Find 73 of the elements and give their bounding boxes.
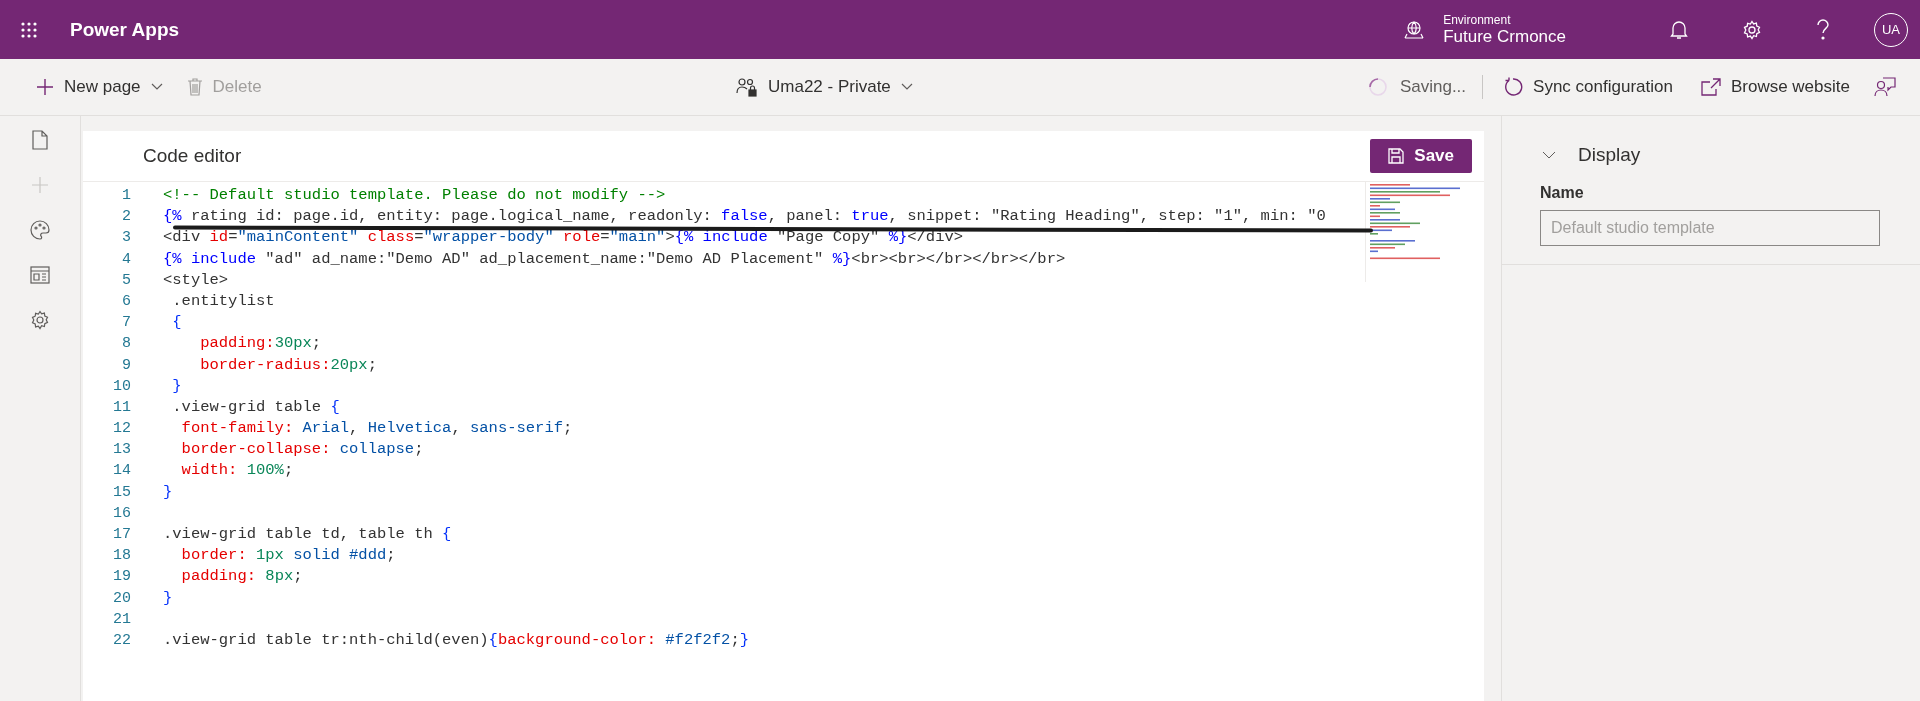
code-line: <style> — [163, 269, 229, 291]
line-number: 15 — [112, 482, 131, 503]
people-lock-icon — [736, 77, 758, 97]
line-number: 3 — [121, 228, 131, 249]
line-number: 9 — [121, 355, 131, 376]
code-line: border: 1px solid #ddd; — [180, 545, 396, 567]
line-number: 17 — [112, 525, 131, 545]
code-line: .view-grid table tr:nth-child(even){background-color: #f2f2f2;} — [163, 629, 750, 651]
trash-icon — [186, 78, 203, 96]
line-number: 12 — [112, 419, 131, 440]
code-line: <!-- Default studio template. Please do not modify --> — [163, 185, 666, 206]
line-number: 5 — [121, 270, 131, 291]
chevron-down-icon — [900, 83, 913, 91]
code-line: } — [163, 481, 173, 503]
line-number: 4 — [121, 249, 131, 270]
chevron-down-icon — [150, 83, 163, 91]
display-section-header[interactable]: Display — [1502, 116, 1920, 166]
app-title[interactable]: Power Apps — [70, 18, 180, 41]
code-line: border-collapse: collapse; — [180, 439, 424, 461]
new-page-button[interactable]: New page — [32, 73, 167, 101]
code-line: { — [171, 312, 182, 334]
code-line: .view-grid table { — [171, 396, 340, 418]
pages-icon[interactable] — [32, 130, 48, 150]
line-number: 2 — [121, 207, 131, 228]
line-number: 19 — [112, 567, 131, 588]
line-number: 11 — [112, 397, 131, 418]
site-selector[interactable]: Uma22 - Private — [730, 76, 919, 98]
environment-name[interactable]: Future Crmonce — [1443, 26, 1566, 47]
saving-status: Saving... — [1399, 77, 1467, 97]
code-line: } — [163, 587, 173, 609]
open-external-icon — [1700, 78, 1721, 96]
name-input-field[interactable]: Default studio template — [1540, 210, 1880, 246]
line-number: 16 — [112, 503, 131, 524]
code-line: border-radius:20px; — [199, 354, 377, 376]
help-icon[interactable] — [1816, 18, 1830, 41]
sync-icon — [1503, 77, 1524, 97]
code-line: font-family: Arial, Helvetica, sans-serif; — [180, 418, 573, 440]
chevron-icon — [1542, 151, 1556, 159]
line-number: 8 — [121, 334, 131, 355]
line-number: 6 — [121, 291, 131, 312]
line-number: 21 — [112, 609, 131, 630]
save-button[interactable]: Save — [1370, 139, 1472, 173]
loading-spinner-icon — [1367, 77, 1388, 97]
code-line: .view-grid table td, table th { — [163, 524, 452, 545]
line-number: 18 — [112, 546, 131, 567]
code-line: {% include "ad" ad_name:"Demo AD" ad_placement_name:"Demo AD Placement" %}<br><br></br></br></br> — [163, 248, 1066, 270]
line-number: 13 — [112, 440, 131, 461]
code-line: padding:30px; — [199, 333, 322, 355]
plus-icon — [36, 78, 54, 96]
code-line: {% rating id: page.id, entity: page.logical_name, readonly: false, panel: true, snippet: "Rating Heading", step: "1", min: "0 — [163, 206, 1326, 228]
line-number: 20 — [112, 588, 131, 609]
palette-icon[interactable] — [30, 220, 50, 240]
code-editor-title: Code editor — [143, 145, 242, 167]
code-line: width: 100%; — [180, 460, 294, 482]
code-line: padding: 8px; — [180, 566, 303, 588]
code-line: .entitylist — [171, 290, 275, 312]
line-number: 1 — [121, 186, 131, 206]
line-number: 22 — [112, 630, 131, 651]
environment-icon[interactable] — [1403, 19, 1426, 40]
save-icon — [1388, 148, 1405, 164]
settings-icon[interactable] — [30, 310, 50, 330]
notification-bell-icon[interactable] — [1670, 19, 1688, 40]
browse-website-button[interactable]: Browse website — [1696, 73, 1854, 101]
line-number: 10 — [112, 376, 131, 397]
sync-configuration-button[interactable]: Sync configuration — [1499, 73, 1677, 101]
environment-label: Environment — [1443, 12, 1512, 27]
code-line: } — [171, 375, 182, 397]
templates-icon[interactable] — [30, 266, 50, 284]
line-number: 14 — [112, 461, 131, 482]
name-label: Name — [1540, 184, 1585, 202]
feedback-person-icon[interactable] — [1874, 76, 1896, 98]
line-number: 7 — [121, 313, 131, 334]
app-launcher-icon[interactable] — [20, 20, 38, 39]
